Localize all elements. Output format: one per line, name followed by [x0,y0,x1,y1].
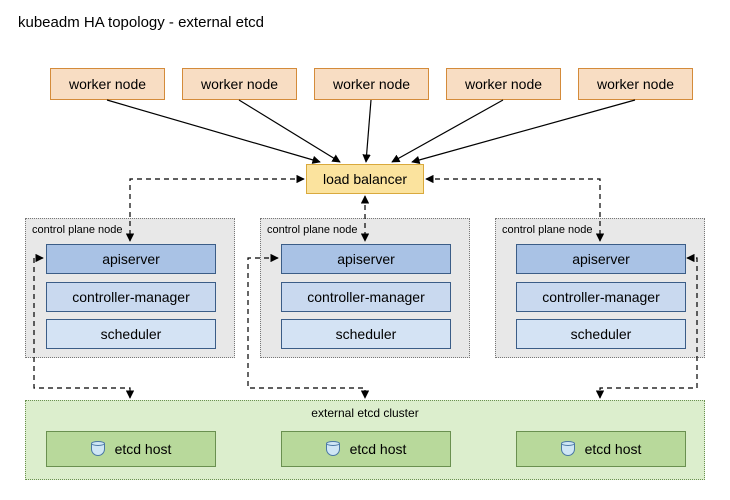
database-icon [326,441,340,457]
diagram-title: kubeadm HA topology - external etcd [18,14,264,31]
worker-node: worker node [50,68,165,100]
apiserver-box: apiserver [281,244,451,274]
etcd-cluster: external etcd cluster etcd host etcd hos… [25,400,705,480]
etcd-host: etcd host [516,431,686,467]
control-plane-label: control plane node [267,224,358,236]
scheduler-box: scheduler [281,319,451,349]
control-plane-node: control plane node apiserver controller-… [25,218,235,358]
database-icon [91,441,105,457]
worker-node: worker node [446,68,561,100]
worker-node: worker node [314,68,429,100]
apiserver-box: apiserver [516,244,686,274]
etcd-host-label: etcd host [350,441,407,457]
scheduler-box: scheduler [516,319,686,349]
etcd-host: etcd host [46,431,216,467]
control-plane-label: control plane node [502,224,593,236]
controller-manager-box: controller-manager [281,282,451,312]
control-plane-node: control plane node apiserver controller-… [495,218,705,358]
controller-manager-box: controller-manager [46,282,216,312]
etcd-host: etcd host [281,431,451,467]
etcd-host-label: etcd host [585,441,642,457]
controller-manager-box: controller-manager [516,282,686,312]
apiserver-box: apiserver [46,244,216,274]
control-plane-node: control plane node apiserver controller-… [260,218,470,358]
etcd-host-label: etcd host [115,441,172,457]
load-balancer: load balancer [306,164,424,194]
worker-node: worker node [578,68,693,100]
etcd-cluster-label: external etcd cluster [311,406,418,420]
worker-node: worker node [182,68,297,100]
database-icon [561,441,575,457]
scheduler-box: scheduler [46,319,216,349]
control-plane-label: control plane node [32,224,123,236]
